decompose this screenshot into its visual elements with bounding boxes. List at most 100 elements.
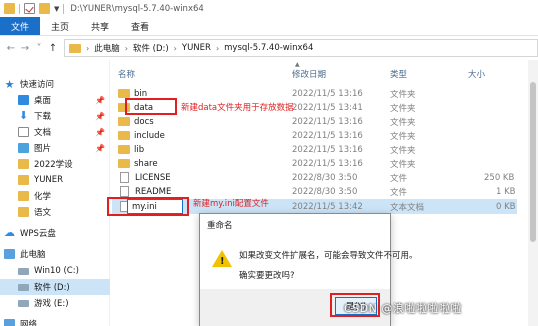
annotation-box-ini	[107, 197, 189, 216]
nav-item-network[interactable]: 网络	[4, 316, 37, 326]
chevron-right-icon: ›	[86, 43, 90, 53]
forward-arrow-icon[interactable]: →	[18, 43, 32, 54]
nav-label: 语文	[34, 208, 52, 218]
file-type: 文件夹	[390, 103, 416, 114]
desktop-icon	[18, 95, 29, 105]
file-name: share	[134, 158, 158, 169]
file-modified: 2022/11/5 13:41	[292, 102, 363, 113]
nav-label: 桌面	[34, 96, 52, 106]
folder-icon	[118, 159, 130, 168]
file-name: include	[134, 130, 165, 141]
file-name: lib	[134, 144, 145, 155]
nav-item-chemistry[interactable]: 化学	[18, 188, 51, 204]
pc-icon	[4, 249, 15, 259]
address-row: ← → ˅ ↑ › 此电脑 › 软件 (D:) › YUNER › mysql-…	[0, 36, 538, 60]
folder-icon	[69, 43, 81, 53]
nav-item-quick-access[interactable]: ★ 快速访问	[4, 76, 54, 92]
warning-exclamation: !	[220, 256, 225, 267]
pin-icon: 📌	[95, 128, 105, 137]
nav-item-2022[interactable]: 2022学设	[18, 156, 73, 172]
vertical-scrollbar[interactable]	[528, 60, 538, 326]
folder-icon	[118, 145, 130, 154]
nav-item-yuner[interactable]: YUNER	[18, 172, 63, 188]
nav-item-desktop[interactable]: 桌面	[18, 92, 51, 108]
network-icon	[4, 319, 15, 326]
new-folder-icon[interactable]	[39, 3, 50, 14]
nav-item-drive-e[interactable]: 游戏 (E:)	[18, 295, 69, 311]
annotation-data-note: 新建data文件夹用于存放数据	[181, 103, 294, 113]
file-type: 文件夹	[390, 159, 416, 170]
nav-item-drive-d[interactable]: 软件 (D:)	[0, 279, 110, 295]
file-modified: 2022/11/5 13:16	[292, 88, 363, 99]
file-type: 文件夹	[390, 131, 416, 142]
breadcrumb-this-pc[interactable]: 此电脑	[94, 42, 120, 54]
tab-view[interactable]: 查看	[120, 17, 160, 35]
list-item[interactable]: share 2022/11/5 13:16 文件夹	[112, 156, 517, 171]
breadcrumb-yuner[interactable]: YUNER	[182, 43, 211, 53]
folder-icon	[18, 191, 29, 201]
file-size: 1 KB	[496, 186, 516, 197]
drive-icon	[18, 283, 29, 291]
address-bar[interactable]: › 此电脑 › 软件 (D:) › YUNER › mysql-5.7.40-w…	[64, 39, 538, 57]
chevron-down-icon[interactable]: ▼	[54, 5, 59, 13]
tab-file[interactable]: 文件	[0, 17, 41, 35]
tab-home[interactable]: 主页	[40, 17, 80, 35]
folder-icon	[118, 117, 130, 126]
separator	[63, 3, 65, 14]
file-type: 文件夹	[390, 89, 416, 100]
nav-item-chinese[interactable]: 语文	[18, 204, 51, 220]
breadcrumb-mysql[interactable]: mysql-5.7.40-winx64	[224, 43, 313, 53]
column-header-name[interactable]: 名称	[118, 66, 135, 82]
nav-label: WPS云盘	[20, 229, 56, 239]
folder-icon	[118, 131, 130, 140]
watermark: CSDN @浪啦啦啦啦啦	[344, 302, 462, 315]
file-modified: 2022/11/5 13:16	[292, 130, 363, 141]
pin-icon: 📌	[95, 96, 105, 105]
nav-label: 游戏 (E:)	[34, 299, 69, 309]
window-title: D:\YUNER\mysql-5.7.40-winx64	[70, 3, 204, 14]
navigation-pane: ★ 快速访问 桌面 📌 ⬇ 下载 📌 文档 📌 图片 📌 2022学设 YUNE…	[0, 60, 110, 326]
back-arrow-icon[interactable]: ←	[4, 43, 18, 54]
nav-item-documents[interactable]: 文档	[18, 124, 51, 140]
list-item[interactable]: LICENSE 2022/8/30 3:50 文件 250 KB	[112, 170, 517, 185]
column-header-modified[interactable]: 修改日期	[292, 66, 326, 82]
star-icon: ★	[4, 77, 15, 91]
drive-icon	[18, 299, 29, 307]
nav-item-pictures[interactable]: 图片	[18, 140, 51, 156]
folder-icon	[4, 3, 15, 14]
document-icon	[120, 172, 129, 183]
nav-item-drive-c[interactable]: Win10 (C:)	[18, 263, 79, 279]
file-name: LICENSE	[135, 172, 171, 183]
nav-label: 快速访问	[20, 80, 55, 90]
nav-item-wps-cloud[interactable]: ☁ WPS云盘	[4, 225, 56, 241]
file-modified: 2022/11/5 13:16	[292, 116, 363, 127]
cloud-icon: ☁	[4, 226, 15, 239]
column-header-size[interactable]: 大小	[468, 66, 485, 82]
chevron-right-icon: ›	[124, 43, 128, 53]
dialog-question: 确实要更改吗?	[239, 271, 295, 281]
scrollbar-thumb[interactable]	[530, 82, 536, 242]
nav-label: 下载	[34, 112, 52, 122]
list-item[interactable]: include 2022/11/5 13:16 文件夹	[112, 128, 517, 143]
column-header-type[interactable]: 类型	[390, 66, 407, 82]
file-size: 250 KB	[484, 172, 515, 183]
file-modified: 2022/8/30 3:50	[292, 172, 358, 183]
breadcrumb-drive-d[interactable]: 软件 (D:)	[133, 42, 169, 54]
tab-share[interactable]: 共享	[80, 17, 120, 35]
nav-item-this-pc[interactable]: 此电脑	[4, 246, 46, 262]
nav-label: 文档	[34, 128, 52, 138]
file-type: 文本文档	[390, 202, 425, 213]
pin-icon: 📌	[95, 144, 105, 153]
nav-label: 此电脑	[20, 250, 46, 260]
nav-label: 软件 (D:)	[34, 283, 70, 293]
recent-chevron-icon[interactable]: ˅	[32, 43, 46, 54]
list-item[interactable]: lib 2022/11/5 13:16 文件夹	[112, 142, 517, 157]
up-arrow-icon[interactable]: ↑	[46, 43, 60, 54]
picture-icon	[18, 143, 29, 153]
file-modified: 2022/11/5 13:16	[292, 158, 363, 169]
file-type: 文件夹	[390, 145, 416, 156]
properties-icon[interactable]	[24, 3, 35, 14]
nav-item-downloads[interactable]: ⬇ 下载	[18, 108, 51, 124]
list-item[interactable]: docs 2022/11/5 13:16 文件夹	[112, 114, 517, 129]
file-name: bin	[134, 88, 148, 99]
